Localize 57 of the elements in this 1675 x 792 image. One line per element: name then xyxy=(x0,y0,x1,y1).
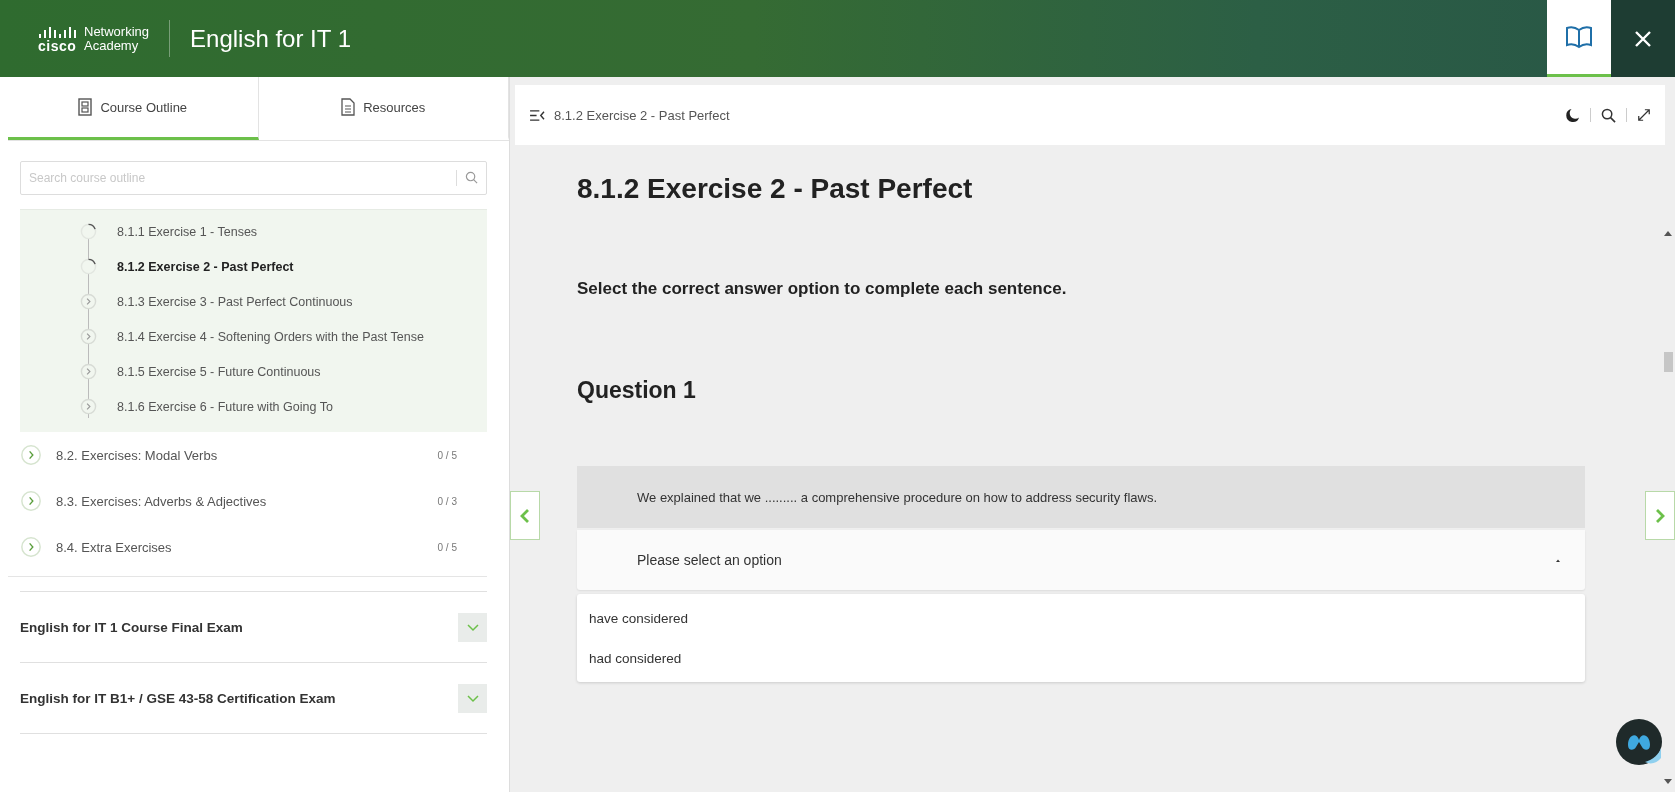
moon-icon xyxy=(1565,107,1580,123)
section-link[interactable]: 8.2. Exercises: Modal Verbs xyxy=(56,447,424,463)
exam-title: English for IT 1 Course Final Exam xyxy=(20,619,244,635)
course-title: English for IT 1 xyxy=(189,24,352,53)
breadcrumb: 8.1.2 Exercise 2 - Past Perfect xyxy=(554,107,731,123)
option-item[interactable]: had considered xyxy=(577,638,1585,678)
search-icon xyxy=(465,171,478,184)
question-sentence: We explained that we ......... a comprehensive procedure on how to address security flaws. xyxy=(577,466,1585,528)
lesson-link[interactable]: 8.1.5 Exercise 5 - Future Continuous xyxy=(117,364,321,379)
logo-text: Academy xyxy=(84,38,139,53)
logo-brand: cisco xyxy=(38,38,78,53)
chevron-circle-icon xyxy=(80,293,97,310)
answer-select[interactable]: Please select an option xyxy=(577,530,1585,590)
menu-collapse-icon xyxy=(529,108,546,122)
chevron-circle-icon xyxy=(20,536,42,558)
document-icon xyxy=(341,98,356,116)
scroll-down-icon xyxy=(1664,779,1672,784)
chat-button[interactable] xyxy=(1615,718,1663,766)
caret-icon xyxy=(1555,557,1561,563)
scroll-thumb[interactable] xyxy=(1663,352,1673,372)
fullscreen-button[interactable] xyxy=(1637,108,1651,122)
search-icon xyxy=(1601,107,1616,123)
chevron-circle-icon xyxy=(20,444,42,466)
chevron-circle-icon xyxy=(80,328,97,345)
expand-icon xyxy=(1637,108,1651,122)
section-link[interactable]: 8.3. Exercises: Adverbs & Adjectives xyxy=(56,493,424,509)
logo-text: Networking xyxy=(84,24,150,39)
page-title: 8.1.2 Exercise 2 - Past Perfect xyxy=(577,173,974,205)
progress-count: 0 / 5 xyxy=(437,541,458,553)
outline-icon xyxy=(78,98,93,116)
book-icon xyxy=(1565,25,1593,49)
question-heading: Question 1 xyxy=(577,377,697,404)
chevron-circle-icon xyxy=(80,363,97,380)
menu-collapse-button[interactable] xyxy=(529,108,546,122)
dark-mode-button[interactable] xyxy=(1565,107,1580,123)
chevron-circle-icon xyxy=(20,490,42,512)
lesson-link[interactable]: 8.1.2 Exercise 2 - Past Perfect xyxy=(117,259,294,274)
lesson-link[interactable]: 8.1.1 Exercise 1 - Tenses xyxy=(117,224,258,239)
close-icon xyxy=(1633,28,1653,49)
sidebar-tab[interactable]: Course Outline xyxy=(8,77,259,140)
bars-icon xyxy=(38,26,78,39)
section-link[interactable]: 8.4. Extra Exercises xyxy=(56,539,424,555)
chat-bubble-icon xyxy=(1615,718,1663,766)
book-button[interactable] xyxy=(1547,0,1611,77)
chevron-circle-icon xyxy=(80,398,97,415)
lesson-link[interactable]: 8.1.3 Exercise 3 - Past Perfect Continuous xyxy=(117,294,353,309)
progress-count: 0 / 3 xyxy=(437,495,458,507)
option-item[interactable]: have considered xyxy=(577,598,1585,638)
progress-circle-icon xyxy=(80,258,97,275)
lesson-link[interactable]: 8.1.6 Exercise 6 - Future with Going To xyxy=(117,399,333,414)
progress-count: 0 / 5 xyxy=(437,449,458,461)
instruction-text: Select the correct answer option to complete each sentence. xyxy=(577,279,1068,299)
lesson-link[interactable]: 8.1.4 Exercise 4 - Softening Orders with the Past Tense xyxy=(117,329,424,344)
exam-title: English for IT B1+ / GSE 43-58 Certification Exam xyxy=(20,690,337,706)
progress-circle-icon xyxy=(80,223,97,240)
scroll-up-icon xyxy=(1664,231,1672,236)
search-button[interactable] xyxy=(1601,107,1616,123)
